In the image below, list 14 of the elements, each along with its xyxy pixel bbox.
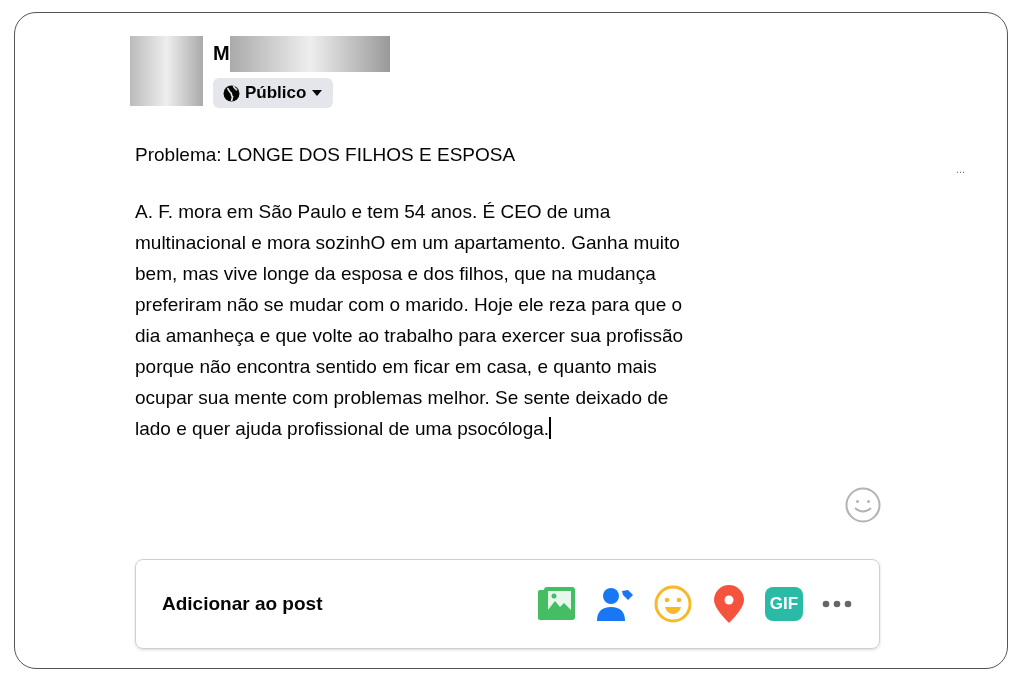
post-title: Problema: LONGE DOS FILHOS E ESPOSA [135, 144, 517, 166]
post-text-field[interactable]: A. F. mora em São Paulo e tem 54 anos. É CEO de uma multinacional e mora sozinhO em um apartamento. Ganha muito bem, mas vive longe da esposa e dos filhos, que na mudança preferiram não se mudar com o marido. Hoje ele reza para que o dia amanheça e que volte ao trabalho para exercer sua profissão porque não encontra sentido em ficar em casa, e quanto mais ocupar sua mente com problemas melhor. Se sente deixado de lado e quer ajuda profissional de uma psocóloga. [135, 196, 855, 444]
caret-icon [311, 89, 324, 97]
globe-icon [223, 84, 240, 102]
emoji-icon[interactable] [845, 487, 881, 523]
more-icon[interactable] [821, 599, 853, 609]
add-to-post-label: Adicionar ao post [162, 593, 324, 615]
author-name: M [213, 42, 230, 65]
photo-icon[interactable] [537, 585, 577, 623]
more-options[interactable]: ... [956, 163, 966, 175]
feeling-icon[interactable] [653, 584, 693, 624]
location-pin-icon[interactable] [711, 584, 747, 624]
privacy-button[interactable]: Público [213, 78, 334, 108]
tag-person-icon[interactable] [595, 585, 635, 623]
